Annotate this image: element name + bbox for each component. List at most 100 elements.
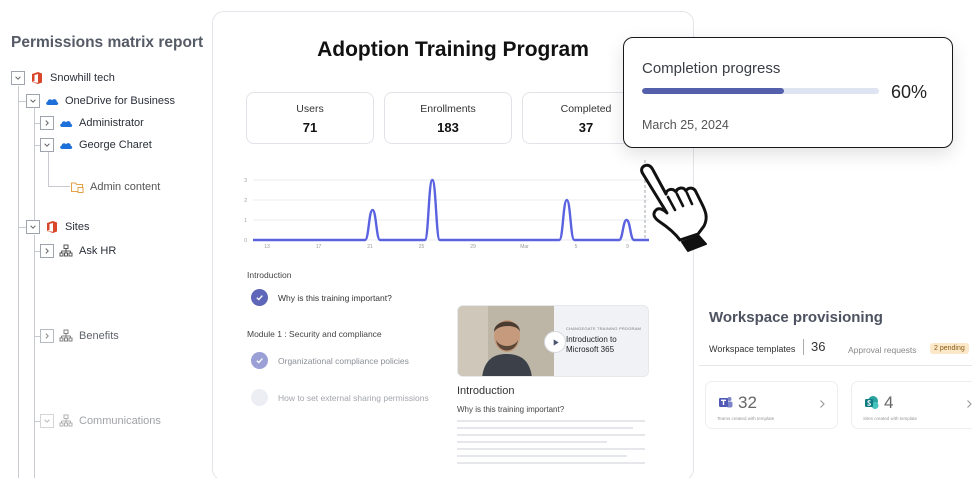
- stat-value: 183: [437, 120, 459, 135]
- expand-toggle[interactable]: [40, 116, 54, 130]
- chevron-right-icon: [820, 400, 825, 408]
- collapse-toggle[interactable]: [11, 71, 25, 85]
- office-icon: [45, 220, 59, 234]
- chart-y-tick: 1: [244, 218, 247, 224]
- tile-caption: Teams created with template: [717, 416, 775, 421]
- pending-circle-icon: [251, 389, 268, 406]
- chart-x-tick: 21: [367, 244, 373, 250]
- chart-y-tick: 2: [244, 198, 247, 204]
- text-placeholder-line: [457, 448, 645, 450]
- tree-item-label: OneDrive for Business: [65, 95, 176, 107]
- collapse-toggle[interactable]: [26, 220, 40, 234]
- enrollment-line-chart: 0 1 2 3 13 17 21 25 29 Mar 5 9: [244, 160, 649, 250]
- workspace-tabs: Workspace templates 36 Approval requests…: [699, 334, 972, 366]
- section-introduction: Introduction: [247, 270, 292, 280]
- teams-icon: [719, 397, 733, 408]
- sitemap-icon: [59, 414, 73, 428]
- tree-item-snowhill-tech[interactable]: Snowhill tech: [11, 69, 115, 87]
- sharepoint-icon: [865, 396, 879, 409]
- tree-connector: [18, 86, 19, 478]
- tree-item-label: Communications: [79, 415, 161, 427]
- chart-x-tick: 13: [264, 244, 270, 250]
- chart-y-tick: 3: [244, 178, 247, 184]
- chart-x-tick: 17: [316, 244, 322, 250]
- stat-users: Users 71: [246, 92, 374, 144]
- tree-connector: [18, 101, 26, 102]
- chart-x-tick: 25: [419, 244, 425, 250]
- stat-enrollments: Enrollments 183: [384, 92, 512, 144]
- lesson-item[interactable]: Why is this training important?: [251, 289, 392, 306]
- play-button[interactable]: [544, 331, 566, 353]
- pointing-hand-cursor-icon: [640, 163, 708, 252]
- chevron-down-icon: [30, 225, 36, 229]
- intro-question: Why is this training important?: [457, 405, 565, 414]
- tree-item-label: Benefits: [79, 330, 119, 342]
- completion-progress-fill: [642, 88, 785, 94]
- lesson-item[interactable]: Organizational compliance policies: [251, 352, 409, 369]
- tree-connector: [48, 186, 70, 187]
- sitemap-icon: [59, 329, 73, 343]
- sites-count: 4: [884, 393, 894, 412]
- video-title-panel: CHANGEGATE TRAINING PROGRAM Introduction…: [554, 306, 648, 376]
- tree-item-administrator[interactable]: Administrator: [40, 114, 144, 132]
- chevron-right-icon: [45, 248, 49, 254]
- chart-y-tick: 0: [244, 238, 247, 244]
- presenter-thumbnail: [458, 306, 554, 376]
- video-kicker: CHANGEGATE TRAINING PROGRAM: [566, 326, 642, 331]
- tree-connector: [48, 152, 49, 186]
- text-placeholder-line: [457, 455, 627, 457]
- text-placeholder-line: [457, 462, 645, 464]
- video-card[interactable]: CHANGEGATE TRAINING PROGRAM Introduction…: [457, 305, 649, 377]
- lesson-label: How to set external sharing permissions: [278, 392, 429, 403]
- teams-count: 32: [738, 393, 757, 412]
- lesson-item[interactable]: How to set external sharing permissions: [251, 389, 429, 406]
- templates-count: 36: [803, 339, 825, 355]
- lesson-label: Why is this training important?: [278, 292, 392, 303]
- permissions-matrix-panel: Permissions matrix report Snowhill tech …: [0, 0, 215, 478]
- workspace-provisioning-title: Workspace provisioning: [709, 309, 883, 326]
- completion-title: Completion progress: [642, 60, 781, 77]
- section-module-1: Module 1 : Security and compliance: [247, 329, 382, 339]
- onedrive-icon: [45, 94, 59, 108]
- tab-approval-requests[interactable]: Approval requests: [848, 345, 917, 355]
- tree-item-sites[interactable]: Sites: [26, 218, 89, 236]
- tab-workspace-templates[interactable]: Workspace templates: [709, 344, 795, 354]
- chevron-down-icon: [44, 419, 50, 423]
- tree-item-onedrive[interactable]: OneDrive for Business: [26, 92, 175, 110]
- tree-item-label: George Charet: [79, 139, 152, 151]
- completion-date: March 25, 2024: [642, 118, 729, 132]
- program-title: Adoption Training Program: [317, 38, 589, 61]
- tree-item-benefits[interactable]: Benefits: [40, 327, 119, 345]
- chevron-right-icon: [45, 120, 49, 126]
- sites-template-tile[interactable]: 4 Sites created with template: [851, 381, 972, 429]
- tree-item-label: Sites: [65, 221, 90, 233]
- collapse-toggle[interactable]: [40, 138, 54, 152]
- text-placeholder-line: [457, 420, 645, 422]
- collapse-toggle[interactable]: [26, 94, 40, 108]
- tree-item-admin-content[interactable]: Admin content: [70, 178, 160, 196]
- tree-item-label: Snowhill tech: [50, 72, 115, 84]
- tree-item-ask-hr[interactable]: Ask HR: [40, 242, 116, 260]
- collapse-toggle[interactable]: [40, 414, 54, 428]
- expand-toggle[interactable]: [40, 329, 54, 343]
- tree-item-george-charet[interactable]: George Charet: [40, 136, 152, 154]
- play-icon: [553, 338, 559, 346]
- tree-connector: [18, 227, 26, 228]
- pending-badge: 2 pending: [930, 343, 969, 354]
- tree-item-communications[interactable]: Communications: [40, 412, 161, 430]
- video-title: Introduction to Microsoft 365: [566, 335, 617, 354]
- chart-x-tick: Mar: [520, 244, 529, 250]
- permissions-title: Permissions matrix report: [11, 34, 204, 51]
- office-icon: [30, 71, 44, 85]
- lesson-label: Organizational compliance policies: [278, 355, 409, 366]
- chevron-down-icon: [30, 99, 36, 103]
- onedrive-icon: [59, 116, 73, 130]
- training-program-card: Adoption Training Program Users 71 Enrol…: [212, 11, 694, 478]
- expand-toggle[interactable]: [40, 244, 54, 258]
- tree-item-label: Ask HR: [79, 245, 117, 257]
- tree-connector: [34, 235, 35, 478]
- chevron-right-icon: [45, 333, 49, 339]
- chart-series-line: [252, 178, 649, 242]
- intro-heading: Introduction: [457, 385, 515, 397]
- teams-template-tile[interactable]: 32 Teams created with template: [705, 381, 838, 429]
